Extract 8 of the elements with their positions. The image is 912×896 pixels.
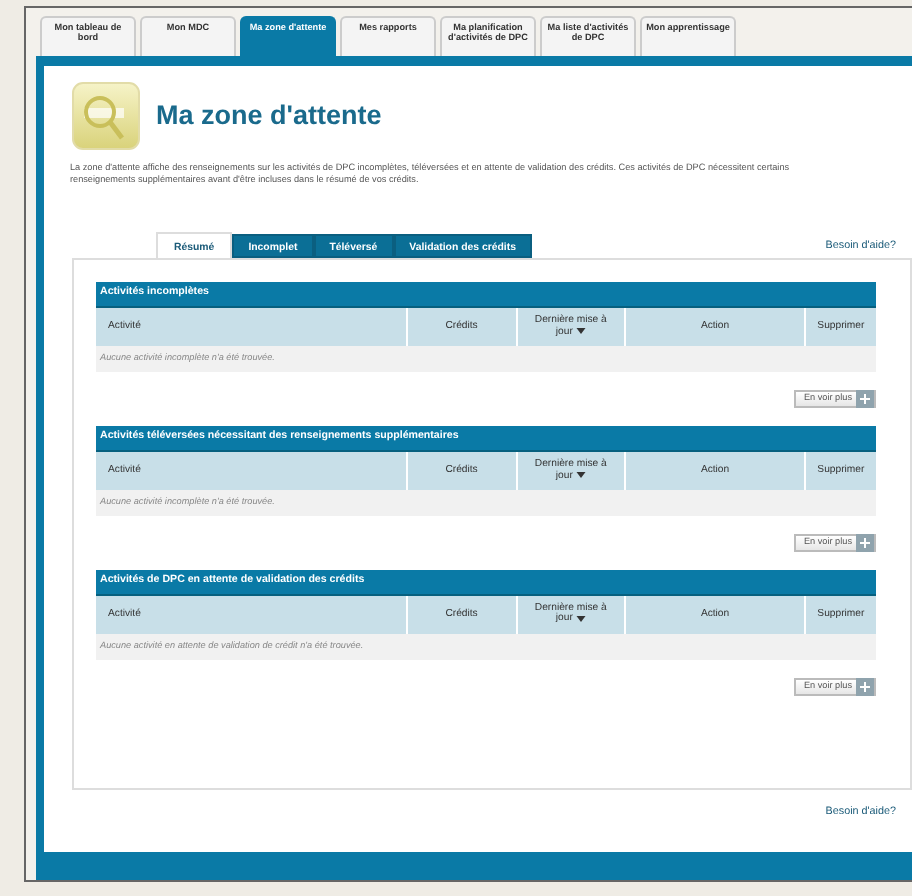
page-title: Ma zone d'attente [156,99,382,133]
sort-down-icon[interactable] [575,327,586,334]
plus-icon [856,677,874,696]
waiting-zone-icon [72,82,140,150]
sort-down-icon[interactable] [575,471,586,478]
sort-down-icon[interactable] [575,615,586,622]
plus-icon [856,534,874,553]
plus-icon [856,390,874,409]
